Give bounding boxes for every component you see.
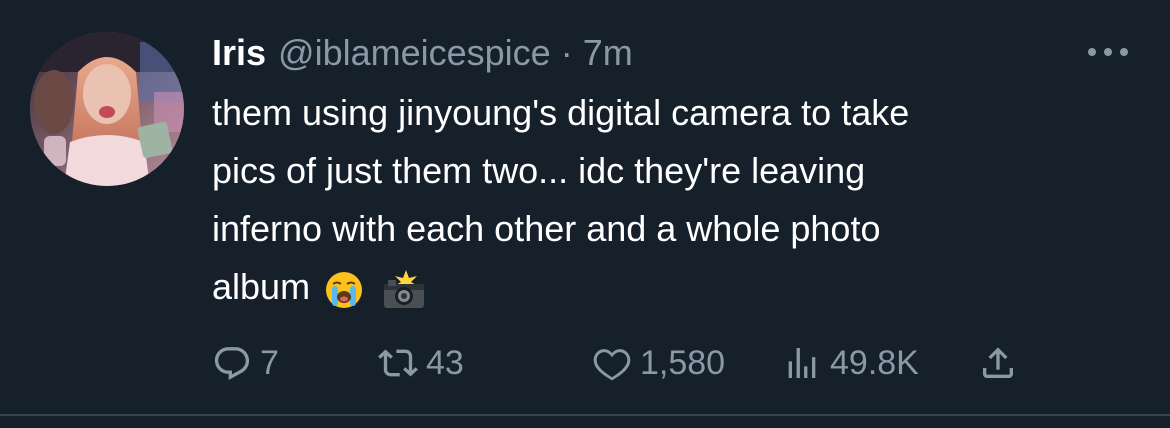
user-handle[interactable]: @iblameicespice xyxy=(278,32,551,74)
like-button[interactable]: 1,580 xyxy=(592,343,782,383)
reply-button[interactable]: 7 xyxy=(212,343,378,383)
display-name[interactable]: Iris xyxy=(212,32,266,74)
retweet-icon xyxy=(378,349,418,377)
view-count: 49.8K xyxy=(830,343,919,382)
share-icon xyxy=(983,347,1013,378)
more-options-icon[interactable] xyxy=(1088,42,1128,62)
tweet-card[interactable]: Iris @iblameicespice · 7m them using jin… xyxy=(0,0,1170,416)
more-dot xyxy=(1120,48,1128,56)
tweet-text-content: them using jinyoung's digital camera to … xyxy=(212,92,910,307)
like-count: 1,580 xyxy=(640,343,726,382)
crying-face-emoji xyxy=(324,269,364,309)
analytics-icon xyxy=(788,348,816,378)
separator-dot: · xyxy=(560,32,573,73)
profile-avatar-image xyxy=(30,32,184,186)
retweet-count: 43 xyxy=(426,343,464,382)
avatar[interactable] xyxy=(30,32,184,186)
views-button[interactable]: 49.8K xyxy=(782,343,978,383)
camera-with-flash-emoji xyxy=(382,269,425,309)
heart-icon xyxy=(593,349,631,381)
more-dot xyxy=(1088,48,1096,56)
share-button[interactable] xyxy=(978,343,1018,383)
more-dot xyxy=(1104,48,1112,56)
tweet-header: Iris @iblameicespice · 7m xyxy=(212,32,633,78)
timestamp[interactable]: 7m xyxy=(583,32,633,74)
reply-count: 7 xyxy=(260,343,279,382)
tweet-actions: 7 43 1,580 49.8K xyxy=(212,340,1018,386)
tweet-text: them using jinyoung's digital camera to … xyxy=(212,84,1112,316)
reply-icon xyxy=(214,347,250,380)
retweet-button[interactable]: 43 xyxy=(378,343,592,383)
